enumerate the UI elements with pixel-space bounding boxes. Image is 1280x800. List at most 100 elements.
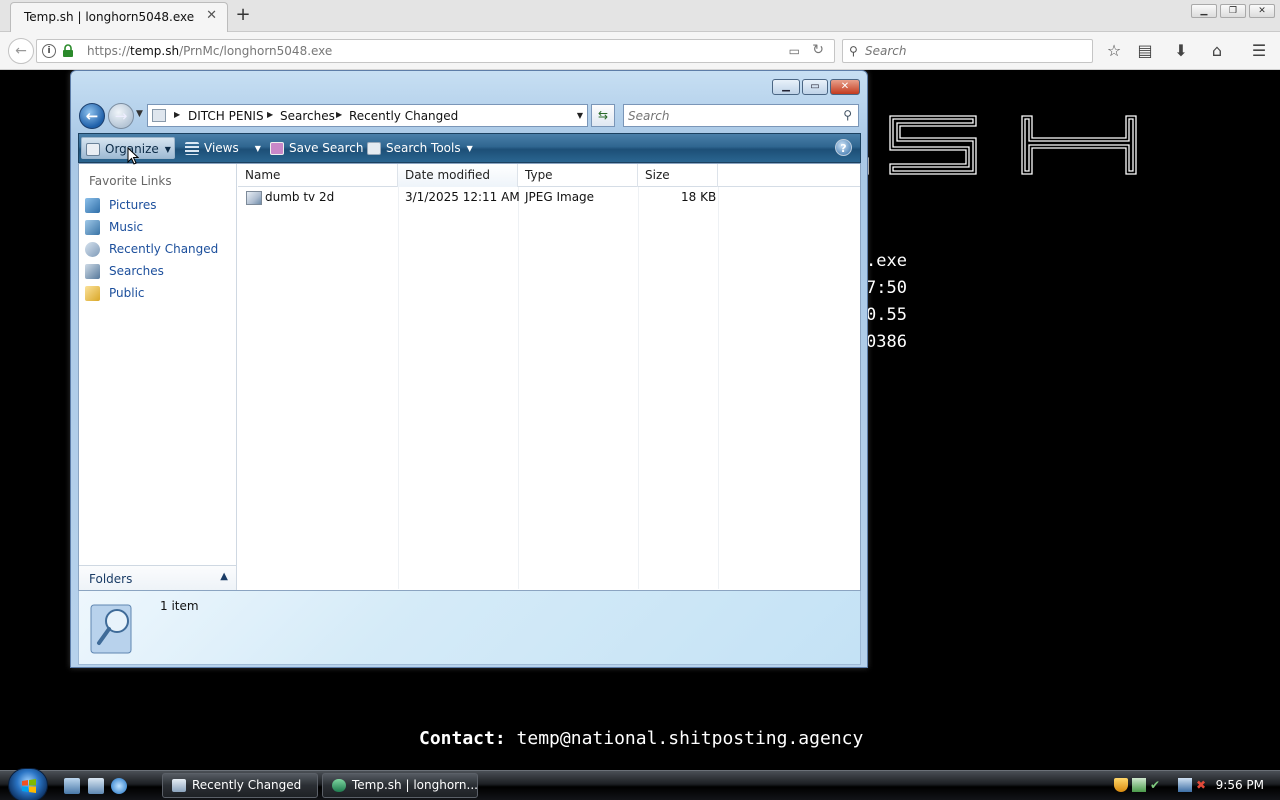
save-search-button[interactable]: Save Search	[270, 137, 364, 159]
column-header-name[interactable]: Name	[238, 164, 398, 187]
file-size: 18 KB	[681, 190, 717, 204]
explorer-search-box[interactable]: ⚲	[623, 104, 859, 127]
nav-item-label: Searches	[109, 264, 164, 278]
file-row[interactable]: dumb tv 2d 3/1/2025 12:11 AM JPEG Image …	[238, 188, 718, 208]
search-folder-large-icon	[90, 604, 132, 654]
column-divider	[518, 187, 519, 589]
nav-item-pictures[interactable]: Pictures	[85, 195, 233, 215]
browser-back-icon[interactable]: ←	[8, 38, 34, 64]
url-bar[interactable]: i https://temp.sh/PrnMc/longhorn5048.exe…	[36, 39, 835, 63]
item-count: 1 item	[160, 599, 199, 613]
taskbar-button-label: Recently Changed	[192, 778, 302, 792]
browser-titlebar: Temp.sh | longhorn5048.exe ✕ + ▁ ❐ ✕	[0, 0, 1280, 32]
file-meta-line: 0.55	[866, 305, 907, 325]
jpeg-file-icon	[246, 191, 262, 205]
explorer-forward-icon[interactable]: →	[108, 103, 134, 129]
refresh-icon[interactable]: ⇆	[591, 104, 615, 127]
site-info-icon[interactable]: i	[42, 44, 56, 58]
folders-toggle[interactable]: Folders ▲	[79, 565, 236, 590]
browser-tab[interactable]: Temp.sh | longhorn5048.exe ✕	[10, 2, 228, 32]
explorer-back-icon[interactable]: ←	[79, 103, 105, 129]
contact-label: Contact:	[419, 728, 506, 749]
public-folder-icon	[85, 286, 100, 301]
site-logo	[862, 115, 1137, 175]
breadcrumb-separator-icon[interactable]: ▶	[267, 110, 273, 119]
browser-close-button[interactable]: ✕	[1249, 4, 1275, 18]
explorer-close-button[interactable]: ✕	[830, 79, 860, 95]
breadcrumb-separator-icon[interactable]: ▶	[336, 110, 342, 119]
browser-minimize-button[interactable]: ▁	[1191, 4, 1217, 18]
nav-item-label: Public	[109, 286, 145, 300]
taskbar-button-explorer[interactable]: Recently Changed	[162, 773, 318, 798]
breadcrumb-item[interactable]: Searches	[280, 109, 335, 123]
details-pane: 1 item	[78, 591, 861, 665]
check-icon[interactable]: ✔	[1150, 778, 1164, 792]
home-icon[interactable]: ⌂	[1207, 41, 1227, 61]
search-folder-icon	[152, 109, 166, 122]
nav-item-recently-changed[interactable]: Recently Changed	[85, 239, 233, 259]
column-header-date-modified[interactable]: Date modified	[398, 164, 518, 187]
breadcrumb-separator-icon[interactable]: ▶	[174, 110, 180, 119]
reader-view-icon[interactable]: ▭	[789, 44, 800, 58]
start-button[interactable]	[8, 768, 48, 800]
internet-explorer-icon[interactable]	[111, 778, 127, 794]
file-meta-line: 0386	[866, 332, 907, 352]
views-button[interactable]: Views ▼	[185, 137, 261, 159]
tab-title: Temp.sh | longhorn5048.exe	[24, 10, 195, 24]
folders-label: Folders	[89, 572, 133, 586]
contact-email-link[interactable]: temp@national.shitposting.agency	[517, 728, 864, 749]
new-tab-icon[interactable]: +	[234, 4, 252, 25]
breadcrumb-item[interactable]: Recently Changed	[349, 109, 458, 123]
explorer-window: ▁ ▭ ✕ ← → ▼ ▶ DITCH PENIS ▶ Searches ▶ R…	[70, 70, 868, 668]
explorer-titlebar[interactable]: ▁ ▭ ✕	[71, 71, 867, 103]
network-icon[interactable]	[1178, 778, 1192, 792]
nav-item-music[interactable]: Music	[85, 217, 233, 237]
search-icon[interactable]: ⚲	[843, 108, 852, 122]
chevron-down-icon: ▼	[254, 143, 261, 153]
explorer-body: Favorite Links Pictures Music Recently C…	[78, 163, 861, 591]
security-shield-icon[interactable]	[1114, 778, 1128, 792]
nav-item-searches[interactable]: Searches	[85, 261, 233, 281]
column-header-size[interactable]: Size	[638, 164, 718, 187]
search-icon: ⚲	[849, 44, 858, 58]
column-divider	[718, 187, 719, 589]
nav-item-public[interactable]: Public	[85, 283, 233, 303]
column-header-type[interactable]: Type	[518, 164, 638, 187]
downloads-icon[interactable]: ⬇	[1171, 41, 1191, 61]
reload-icon[interactable]: ↻	[812, 42, 824, 58]
explorer-minimize-button[interactable]: ▁	[772, 79, 800, 95]
updates-icon[interactable]	[1132, 778, 1146, 792]
mouse-cursor-icon	[127, 147, 139, 165]
bookmarks-menu-icon[interactable]: ▤	[1135, 41, 1155, 61]
lock-icon	[63, 44, 73, 57]
recently-changed-icon	[85, 242, 100, 257]
favorite-links-heading: Favorite Links	[89, 174, 172, 188]
bookmark-star-icon[interactable]: ☆	[1104, 41, 1124, 61]
firefox-window-icon	[332, 779, 346, 792]
file-date: 3/1/2025 12:11 AM	[405, 190, 520, 204]
taskbar: Recently Changed Temp.sh | longhorn... ✔…	[0, 768, 1280, 800]
address-dropdown-icon[interactable]: ▼	[577, 111, 583, 120]
search-tools-button[interactable]: Search Tools ▼	[367, 137, 473, 159]
save-search-icon	[270, 142, 284, 155]
browser-search-box[interactable]: ⚲	[842, 39, 1093, 63]
taskbar-button-firefox[interactable]: Temp.sh | longhorn...	[322, 773, 478, 798]
file-list: Name Date modified Type Size dumb tv 2d …	[238, 164, 860, 590]
taskbar-clock[interactable]: 9:56 PM	[1216, 778, 1264, 792]
show-desktop-icon[interactable]	[64, 778, 80, 794]
switch-windows-icon[interactable]	[88, 778, 104, 794]
hamburger-menu-icon[interactable]: ☰	[1249, 41, 1269, 61]
file-meta-line: .exe	[866, 251, 907, 271]
recent-pages-dropdown-icon[interactable]: ▼	[136, 109, 143, 119]
explorer-search-input[interactable]	[628, 108, 828, 124]
explorer-maximize-button[interactable]: ▭	[802, 79, 828, 95]
explorer-address-bar[interactable]: ▶ DITCH PENIS ▶ Searches ▶ Recently Chan…	[147, 104, 588, 127]
browser-restore-button[interactable]: ❐	[1220, 4, 1246, 18]
column-divider	[638, 187, 639, 589]
volume-muted-icon[interactable]: ✖	[1196, 778, 1210, 792]
help-icon[interactable]: ?	[835, 139, 852, 156]
nav-item-label: Music	[109, 220, 144, 234]
tab-close-icon[interactable]: ✕	[206, 8, 217, 23]
browser-search-input[interactable]	[865, 42, 1085, 60]
breadcrumb-item[interactable]: DITCH PENIS	[188, 109, 264, 123]
